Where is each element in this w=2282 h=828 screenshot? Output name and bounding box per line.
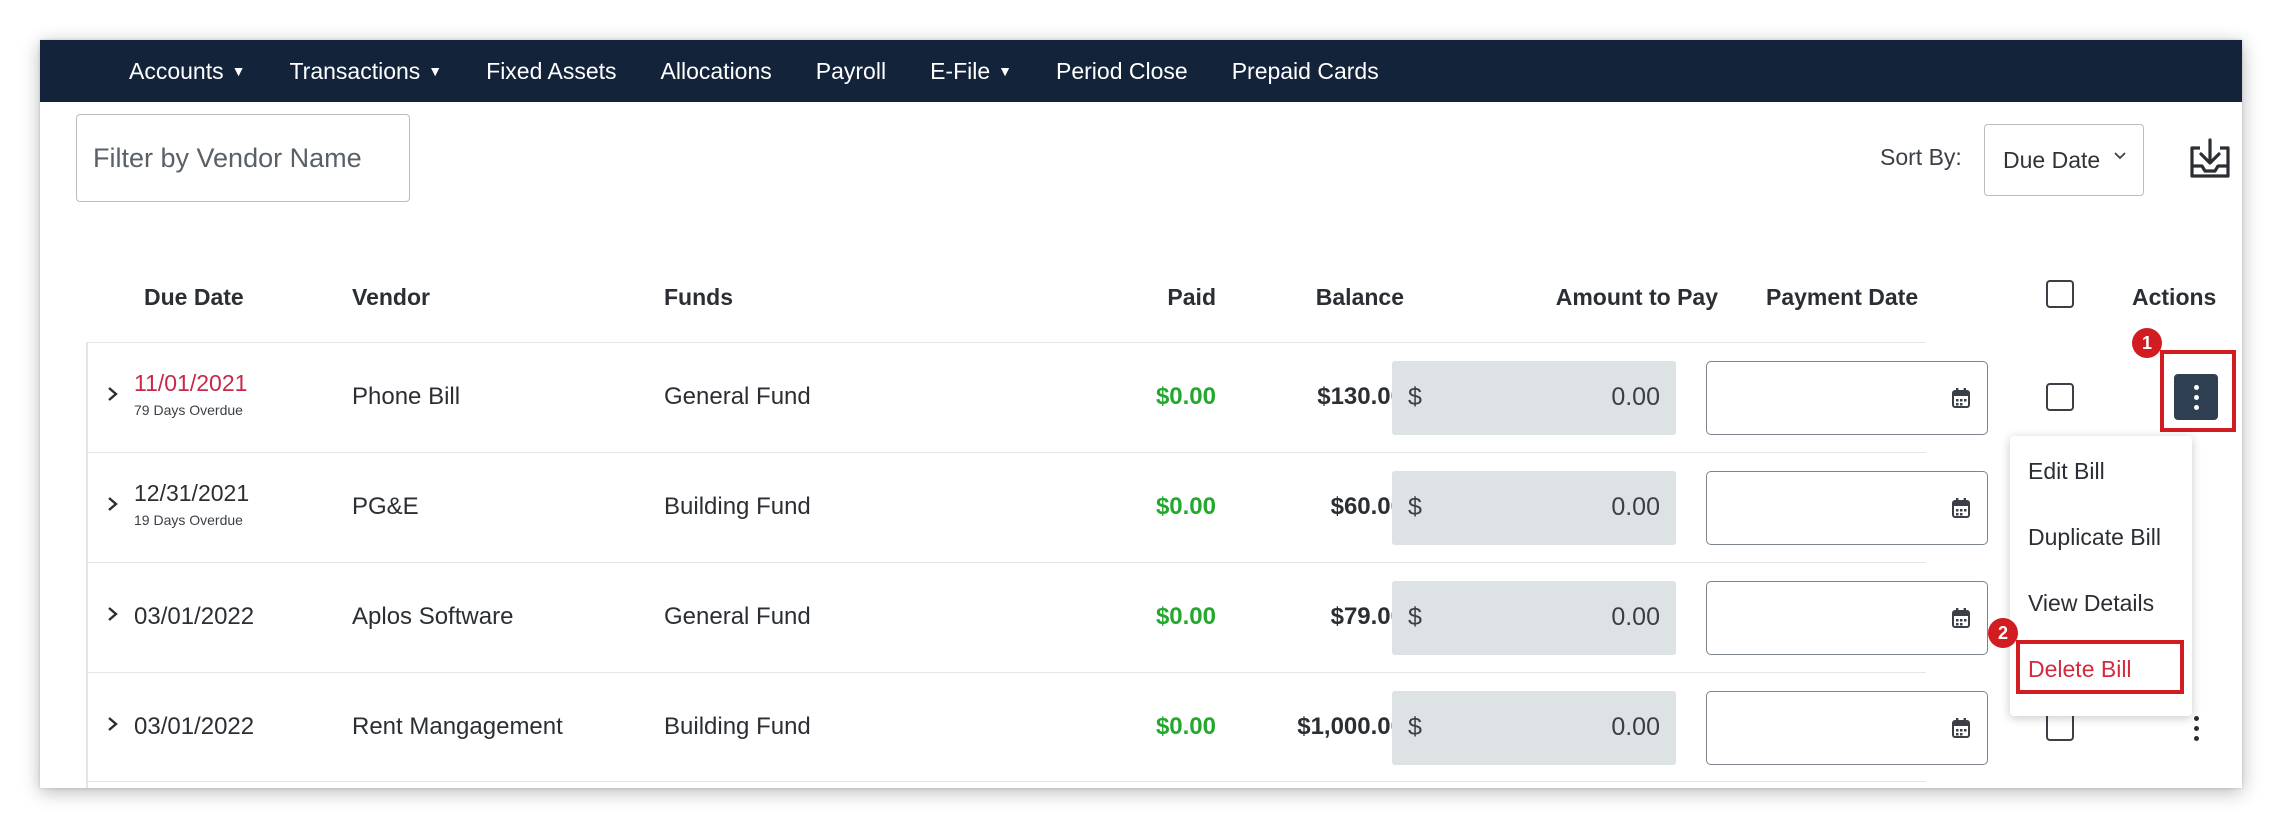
calendar-icon[interactable]: [1951, 387, 1971, 409]
caret-down-icon: ▼: [998, 63, 1012, 79]
vendor-name: Rent Mangagement: [352, 713, 563, 740]
fund-name: Building Fund: [664, 493, 811, 520]
annotation-badge: 2: [1988, 618, 2018, 648]
paid-amount: $0.00: [1155, 383, 1216, 410]
payment-date-input[interactable]: [1706, 471, 1988, 545]
payment-date-input[interactable]: [1706, 361, 1988, 435]
fund-name: General Fund: [664, 603, 811, 630]
amount-to-pay-input[interactable]: $ 0.00: [1392, 471, 1676, 545]
chevron-right-icon[interactable]: [104, 493, 122, 515]
select-all-checkbox[interactable]: [2046, 280, 2074, 308]
due-date: 03/01/2022: [134, 713, 255, 740]
balance-amount: $1,000.00: [1297, 713, 1404, 740]
nav-efile[interactable]: E-File ▼: [930, 58, 1012, 85]
vendor-name: Aplos Software: [352, 603, 514, 630]
nav-prepaid-cards[interactable]: Prepaid Cards: [1232, 58, 1379, 85]
nav-period-close[interactable]: Period Close: [1056, 58, 1188, 85]
nav-label: E-File: [930, 57, 991, 84]
header-actions: Actions: [2132, 284, 2217, 310]
nav-label: Period Close: [1056, 57, 1188, 84]
paid-amount: $0.00: [1155, 713, 1216, 740]
currency-symbol: $: [1408, 713, 1422, 741]
paid-amount: $0.00: [1155, 493, 1216, 520]
nav-label: Payroll: [815, 57, 887, 84]
app-window: Accounts ▼ Transactions ▼ Fixed Assets All…: [40, 40, 2242, 788]
chevron-right-icon[interactable]: [104, 603, 122, 625]
overdue-note: 19 Days Overdue: [134, 512, 243, 528]
nav-label: Accounts: [129, 57, 224, 84]
nav-label: Prepaid Cards: [1231, 57, 1379, 84]
due-date: 12/31/2021: [134, 480, 250, 506]
row-checkbox[interactable]: [2046, 713, 2074, 741]
payment-date-input[interactable]: [1706, 691, 1988, 765]
header-vendor[interactable]: Vendor: [352, 284, 430, 311]
paid-amount: $0.00: [1155, 603, 1216, 630]
annotation-highlight: [2016, 640, 2184, 694]
calendar-icon[interactable]: [1951, 607, 1971, 629]
currency-symbol: $: [1408, 493, 1422, 521]
currency-symbol: $: [1408, 603, 1422, 631]
nav-transactions[interactable]: Transactions ▼: [289, 58, 442, 85]
header-paid[interactable]: Paid: [1100, 284, 1216, 311]
sort-selected-value: Due Date: [2003, 146, 2101, 173]
header-balance[interactable]: Balance: [1260, 284, 1404, 311]
nav-allocations[interactable]: Allocations: [661, 58, 772, 85]
sort-select[interactable]: Due Date: [1984, 124, 2144, 196]
balance-amount: $79.00: [1330, 603, 1404, 630]
fund-name: General Fund: [664, 383, 811, 410]
overdue-note: 79 Days Overdue: [134, 402, 243, 418]
nav-label: Fixed Assets: [486, 57, 617, 84]
amount-to-pay-input[interactable]: $ 0.00: [1392, 581, 1676, 655]
menu-item-duplicate-bill[interactable]: Duplicate Bill: [2028, 524, 2161, 551]
amount-value: 0.00: [1611, 383, 1660, 411]
nav-fixed-assets[interactable]: Fixed Assets: [486, 58, 616, 85]
vendor-name: Phone Bill: [352, 383, 461, 410]
menu-item-edit-bill[interactable]: Edit Bill: [2028, 458, 2105, 485]
annotation-highlight: [2160, 350, 2236, 432]
due-date: 03/01/2022: [134, 603, 255, 630]
header-due-date[interactable]: Due Date: [144, 284, 244, 311]
calendar-icon[interactable]: [1951, 717, 1971, 739]
amount-value: 0.00: [1611, 603, 1660, 631]
payment-date-input[interactable]: [1706, 581, 1988, 655]
amount-value: 0.00: [1611, 493, 1660, 521]
currency-symbol: $: [1408, 383, 1422, 411]
due-date: 11/01/2021: [134, 370, 248, 396]
vendor-filter-input[interactable]: [76, 114, 410, 202]
nav-label: Transactions: [289, 57, 421, 84]
table-header: Due Date Vendor Funds Paid Balance Amoun…: [40, 272, 2242, 322]
nav-accounts[interactable]: Accounts ▼: [129, 58, 245, 85]
header-payment-date[interactable]: Payment Date: [1766, 284, 1918, 311]
amount-to-pay-input[interactable]: $ 0.00: [1392, 691, 1676, 765]
top-nav: Accounts ▼ Transactions ▼ Fixed Assets All…: [40, 40, 2242, 102]
chevron-down-icon: [2114, 152, 2126, 160]
balance-amount: $60.00: [1330, 493, 1404, 520]
nav-label: Allocations: [660, 57, 772, 84]
header-funds[interactable]: Funds: [664, 284, 733, 311]
header-amount-to-pay[interactable]: Amount to Pay: [1470, 284, 1718, 311]
annotation-badge: 1: [2132, 328, 2162, 358]
chevron-right-icon[interactable]: [104, 383, 122, 405]
amount-to-pay-input[interactable]: $ 0.00: [1392, 361, 1676, 435]
menu-item-view-details[interactable]: View Details: [2028, 590, 2154, 617]
sort-by-label: Sort By:: [1880, 144, 1962, 170]
fund-name: Building Fund: [664, 713, 811, 740]
amount-value: 0.00: [1611, 713, 1660, 741]
download-icon[interactable]: [2186, 136, 2234, 182]
nav-payroll[interactable]: Payroll: [816, 58, 886, 85]
caret-down-icon: ▼: [231, 63, 246, 79]
calendar-icon[interactable]: [1951, 497, 1971, 519]
vendor-name: PG&E: [352, 493, 419, 520]
row-checkbox[interactable]: [2046, 383, 2074, 411]
caret-down-icon: ▼: [428, 63, 443, 79]
chevron-right-icon[interactable]: [104, 713, 122, 735]
balance-amount: $130.00: [1317, 383, 1404, 410]
